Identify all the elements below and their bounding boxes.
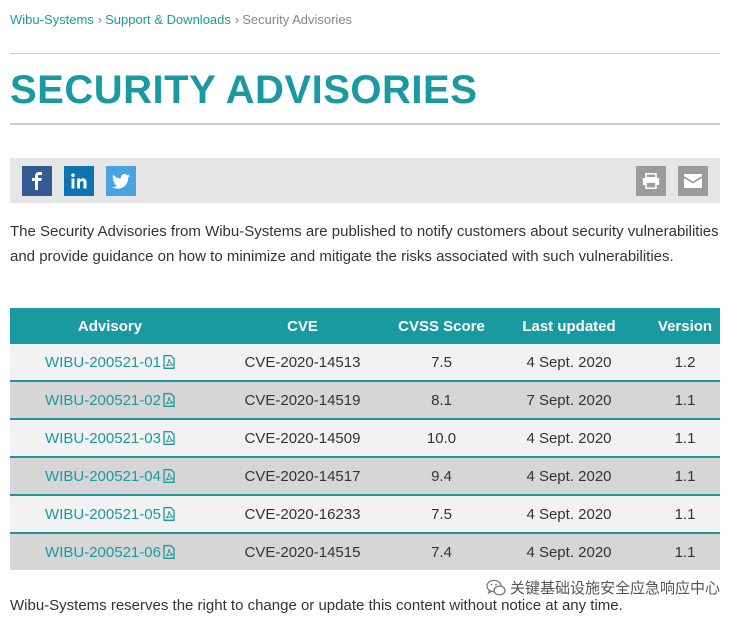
pdf-icon[interactable]: [163, 468, 175, 483]
cve-cell: CVE-2020-14509: [210, 418, 395, 457]
facebook-share-button[interactable]: [22, 166, 52, 196]
advisory-link[interactable]: WIBU-200521-02: [45, 392, 161, 409]
column-header-cve: CVE: [210, 308, 395, 344]
advisory-cell: WIBU-200521-04: [10, 456, 210, 495]
print-icon: [642, 173, 660, 189]
cve-cell: CVE-2020-14517: [210, 456, 395, 495]
cvss-score-cell: 7.5: [395, 494, 488, 533]
twitter-icon: [112, 173, 130, 189]
version-cell: 1.1: [650, 456, 720, 495]
pdf-icon[interactable]: [163, 392, 175, 407]
advisories-table: Advisory CVE CVSS Score Last updated Ver…: [10, 308, 720, 570]
email-icon: [684, 174, 702, 188]
last-updated-cell: 7 Sept. 2020: [488, 380, 650, 419]
cvss-score-cell: 9.4: [395, 456, 488, 495]
advisory-link[interactable]: WIBU-200521-06: [45, 544, 161, 561]
linkedin-icon: [71, 173, 87, 189]
cve-cell: CVE-2020-14513: [210, 344, 395, 381]
breadcrumb-link-support[interactable]: Support & Downloads: [105, 12, 231, 27]
cve-cell: CVE-2020-16233: [210, 494, 395, 533]
breadcrumb-current: Security Advisories: [242, 12, 353, 27]
title-divider: [10, 123, 720, 125]
version-cell: 1.1: [650, 380, 720, 419]
advisory-link[interactable]: WIBU-200521-01: [45, 354, 161, 371]
table-row: WIBU-200521-04 CVE-2020-14517 9.4 4 Sept…: [10, 456, 720, 495]
breadcrumb-separator: ›: [97, 12, 103, 27]
column-header-advisory: Advisory: [10, 308, 210, 344]
last-updated-cell: 4 Sept. 2020: [488, 344, 650, 381]
intro-text: The Security Advisories from Wibu-System…: [10, 223, 719, 265]
advisory-cell: WIBU-200521-05: [10, 494, 210, 533]
advisory-cell: WIBU-200521-02: [10, 380, 210, 419]
column-header-cvss-score: CVSS Score: [395, 308, 488, 344]
cvss-score-cell: 7.5: [395, 344, 488, 381]
table-header-row: Advisory CVE CVSS Score Last updated Ver…: [10, 308, 720, 344]
twitter-share-button[interactable]: [106, 166, 136, 196]
share-bar: [10, 158, 720, 203]
watermark-text: 关键基础设施安全应急响应中心: [509, 580, 720, 597]
table-row: WIBU-200521-03 CVE-2020-14509 10.0 4 Sep…: [10, 418, 720, 457]
column-header-last-updated: Last updated: [488, 308, 650, 344]
version-cell: 1.1: [650, 418, 720, 457]
last-updated-cell: 4 Sept. 2020: [488, 418, 650, 457]
pdf-icon[interactable]: [163, 430, 175, 445]
cvss-score-cell: 8.1: [395, 380, 488, 419]
last-updated-cell: 4 Sept. 2020: [488, 494, 650, 533]
last-updated-cell: 4 Sept. 2020: [488, 532, 650, 570]
breadcrumb: Wibu-Systems › Support & Downloads › Securit…: [10, 12, 352, 27]
version-cell: 1.1: [650, 494, 720, 533]
cve-cell: CVE-2020-14519: [210, 380, 395, 419]
version-cell: 1.2: [650, 344, 720, 381]
advisory-link[interactable]: WIBU-200521-03: [45, 430, 161, 447]
column-header-version: Version: [650, 308, 720, 344]
watermark: 关键基础设施安全应急响应中心: [486, 577, 720, 598]
last-updated-cell: 4 Sept. 2020: [488, 456, 650, 495]
table-row: WIBU-200521-01 CVE-2020-14513 7.5 4 Sept…: [10, 344, 720, 381]
pdf-icon[interactable]: [163, 354, 175, 369]
wechat-icon: [486, 579, 506, 596]
breadcrumb-separator: ›: [234, 12, 240, 27]
advisory-cell: WIBU-200521-01: [10, 344, 210, 381]
cve-cell: CVE-2020-14515: [210, 532, 395, 570]
table-row: WIBU-200521-05 CVE-2020-16233 7.5 4 Sept…: [10, 494, 720, 533]
cvss-score-cell: 10.0: [395, 418, 488, 457]
divider: [10, 53, 720, 54]
advisory-cell: WIBU-200521-03: [10, 418, 210, 457]
cvss-score-cell: 7.4: [395, 532, 488, 570]
page-title: SECURITY ADVISORIES: [10, 68, 478, 112]
breadcrumb-link-home[interactable]: Wibu-Systems: [10, 12, 94, 27]
advisory-cell: WIBU-200521-06: [10, 532, 210, 570]
disclaimer-text: Wibu-Systems reserves the right to chang…: [10, 597, 623, 614]
advisory-link[interactable]: WIBU-200521-05: [45, 506, 161, 523]
linkedin-share-button[interactable]: [64, 166, 94, 196]
pdf-icon[interactable]: [163, 544, 175, 559]
advisory-link[interactable]: WIBU-200521-04: [45, 468, 161, 485]
version-cell: 1.1: [650, 532, 720, 570]
pdf-icon[interactable]: [163, 506, 175, 521]
print-button[interactable]: [636, 166, 666, 196]
table-row: WIBU-200521-06 CVE-2020-14515 7.4 4 Sept…: [10, 532, 720, 570]
facebook-icon: [32, 172, 42, 190]
table-row: WIBU-200521-02 CVE-2020-14519 8.1 7 Sept…: [10, 380, 720, 419]
email-button[interactable]: [678, 166, 708, 196]
